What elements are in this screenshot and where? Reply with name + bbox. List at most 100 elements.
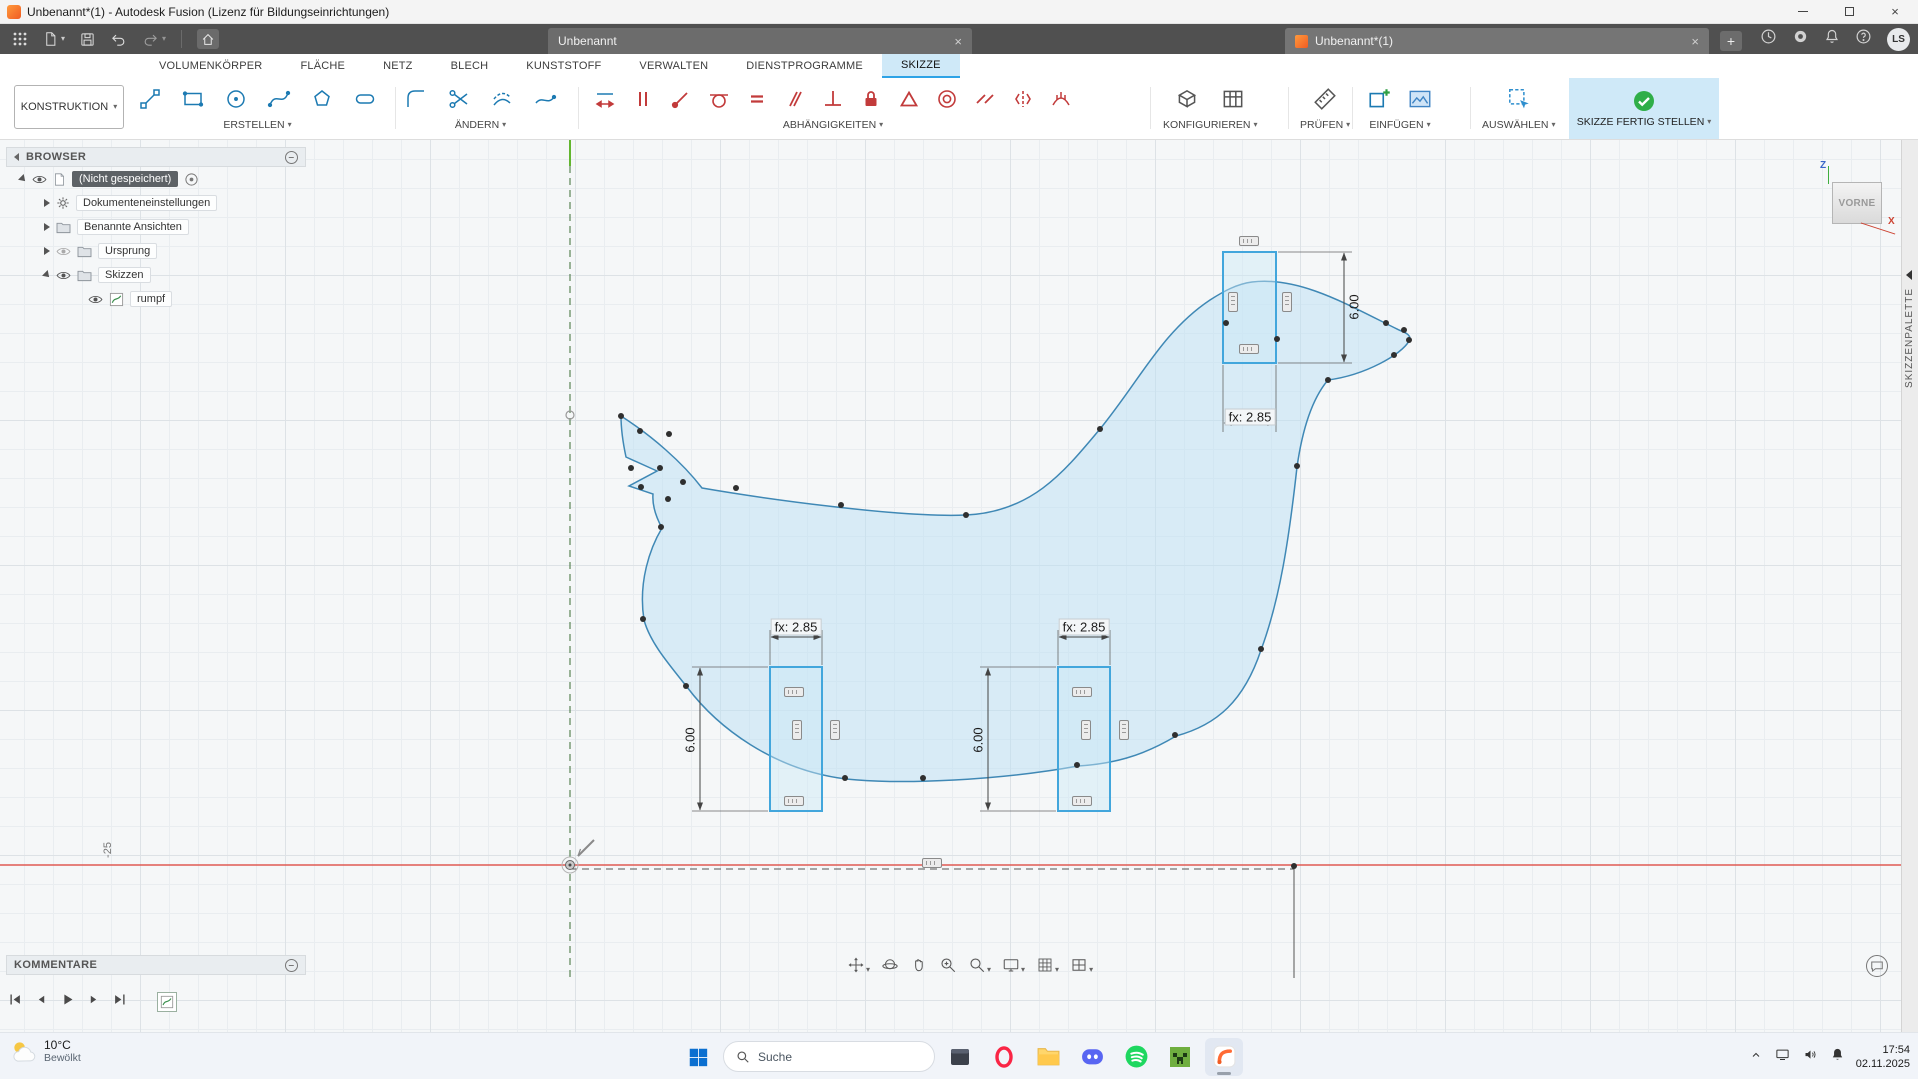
taskbar-app-window[interactable] (941, 1038, 979, 1076)
redo-icon[interactable]: ▾ (142, 32, 166, 47)
duck-profile-spline[interactable] (621, 281, 1410, 781)
insert-image-icon[interactable] (1405, 84, 1435, 114)
collapse-panel-icon[interactable] (14, 153, 19, 161)
taskbar-app-explorer[interactable] (1029, 1038, 1067, 1076)
collinear-constraint-icon[interactable] (970, 84, 1000, 114)
clock-widget[interactable]: 17:54 02.11.2025 (1856, 1043, 1910, 1071)
tray-volume-icon[interactable] (1802, 1047, 1819, 1067)
minimize-button[interactable] (1780, 0, 1826, 23)
close-tab-icon[interactable]: × (946, 34, 962, 49)
close-tab-icon[interactable]: × (1683, 34, 1699, 49)
minimize-panel-icon[interactable]: – (285, 151, 298, 164)
expander-icon[interactable] (44, 199, 50, 207)
ribbon-tab-kunststoff[interactable]: KUNSTSTOFF (507, 54, 620, 78)
timeline-step-back-button[interactable] (35, 993, 48, 1011)
model-viewport[interactable]: 6.00 fx: 2.85 fx: 2.85 6.00 fx: 2.85 6.0… (0, 140, 1918, 1032)
ribbon-tab-skizze[interactable]: SKIZZE (882, 54, 960, 78)
timeline-skip-end-button[interactable] (112, 992, 127, 1012)
dimension-grip[interactable] (1072, 687, 1092, 697)
expander-icon[interactable] (42, 270, 52, 280)
konfigurieren-dropdown[interactable]: KONFIGURIEREN▾ (1163, 119, 1258, 131)
dimension-grip[interactable] (1228, 292, 1238, 312)
expand-palette-icon[interactable] (1906, 270, 1912, 280)
taskbar-app-minecraft[interactable] (1161, 1038, 1199, 1076)
ribbon-tab-flaeche[interactable]: FLÄCHE (281, 54, 364, 78)
equal-constraint-icon[interactable] (742, 84, 772, 114)
measure-icon[interactable] (1310, 84, 1340, 114)
zoom-button[interactable] (937, 954, 959, 976)
aendern-dropdown[interactable]: ÄNDERN▾ (455, 119, 506, 131)
dimension-label-head-height[interactable]: 6.00 (1347, 294, 1362, 319)
dimension-grip[interactable] (1282, 292, 1292, 312)
browser-item-label[interactable]: Skizzen (98, 267, 151, 283)
ribbon-tab-volumenkoerper[interactable]: VOLUMENKÖRPER (140, 54, 281, 78)
file-menu-icon[interactable]: ▾ (43, 31, 65, 47)
browser-row-benannte-ansichten[interactable]: Benannte Ansichten (6, 215, 306, 239)
tray-notification-icon[interactable] (1830, 1047, 1845, 1067)
create-slot-icon[interactable] (350, 84, 380, 114)
trim-icon[interactable] (444, 84, 474, 114)
create-rectangle-icon[interactable] (178, 84, 208, 114)
activate-component-icon[interactable] (184, 172, 199, 187)
finish-sketch-button[interactable]: SKIZZE FERTIG STELLEN▾ (1569, 78, 1719, 139)
dimension-label-head-width[interactable]: fx: 2.85 (1225, 409, 1276, 426)
expander-icon[interactable] (18, 174, 28, 184)
visibility-eye-icon[interactable] (56, 246, 71, 257)
offset-icon[interactable] (487, 84, 517, 114)
abhaengigkeiten-dropdown[interactable]: ABHÄNGIGKEITEN▾ (783, 119, 883, 131)
concentric-constraint-icon[interactable] (932, 84, 962, 114)
auswaehlen-dropdown[interactable]: AUSWÄHLEN▾ (1482, 119, 1556, 131)
timeline-sketch-feature[interactable] (157, 992, 177, 1012)
symmetry-constraint-icon[interactable] (1008, 84, 1038, 114)
account-avatar[interactable]: LS (1887, 28, 1910, 51)
select-icon[interactable] (1504, 84, 1534, 114)
viewcube[interactable]: Z VORNE X (1820, 154, 1902, 244)
dimension-grip[interactable] (1119, 720, 1129, 740)
doc-tab-unbenannt-1[interactable]: Unbenannt*(1) × (1285, 28, 1709, 54)
browser-row-dokumenteneinstellungen[interactable]: Dokumenteneinstellungen (6, 191, 306, 215)
erstellen-dropdown[interactable]: ERSTELLEN▾ (223, 119, 291, 131)
pan-hand-button[interactable] (908, 954, 930, 976)
dimension-grip[interactable] (784, 796, 804, 806)
insert-icon[interactable] (1365, 84, 1395, 114)
browser-panel-header[interactable]: BROWSER – (6, 147, 306, 167)
dimension-label-leg2-height[interactable]: 6.00 (971, 727, 986, 752)
dimension-label-leg1-width[interactable]: fx: 2.85 (771, 619, 822, 636)
fillet-icon[interactable] (401, 84, 431, 114)
configuration-table-icon[interactable] (1218, 84, 1248, 114)
browser-row-ursprung[interactable]: Ursprung (6, 239, 306, 263)
close-button[interactable]: × (1872, 0, 1918, 23)
browser-row-skizzen[interactable]: Skizzen (6, 263, 306, 287)
dimension-grip[interactable] (792, 720, 802, 740)
orbit-button[interactable] (879, 954, 901, 976)
dimension-label-leg2-width[interactable]: fx: 2.85 (1059, 619, 1110, 636)
create-polygon-icon[interactable] (307, 84, 337, 114)
taskbar-search[interactable]: Suche (723, 1041, 935, 1072)
taskbar-app-discord[interactable] (1073, 1038, 1111, 1076)
visibility-eye-icon[interactable] (88, 294, 103, 305)
tangent-constraint-icon[interactable] (704, 84, 734, 114)
comments-panel-header[interactable]: KOMMENTARE – (6, 955, 306, 975)
dimension-grip[interactable] (830, 720, 840, 740)
ribbon-tab-verwalten[interactable]: VERWALTEN (620, 54, 727, 78)
browser-sketch-label[interactable]: rumpf (130, 291, 172, 307)
dimension-label-leg1-height[interactable]: 6.00 (683, 727, 698, 752)
viewports-button[interactable]: ▾ (1068, 954, 1095, 976)
doc-tab-unbenannt[interactable]: Unbenannt × (548, 28, 972, 54)
help-icon[interactable] (1855, 28, 1872, 50)
browser-item-label[interactable]: Dokumenteneinstellungen (76, 195, 217, 211)
timeline-play-button[interactable] (60, 992, 75, 1012)
konstruktion-dropdown[interactable]: KONSTRUKTION ▾ (14, 85, 124, 129)
display-settings-button[interactable]: ▾ (1000, 954, 1027, 976)
ribbon-tab-blech[interactable]: BLECH (432, 54, 508, 78)
job-status-icon[interactable] (1760, 28, 1777, 50)
visibility-eye-icon[interactable] (56, 270, 71, 281)
curvature-constraint-icon[interactable] (1046, 84, 1076, 114)
expander-icon[interactable] (44, 223, 50, 231)
einfuegen-dropdown[interactable]: EINFÜGEN▾ (1369, 119, 1430, 131)
dimension-grip[interactable] (1239, 236, 1259, 246)
browser-item-label[interactable]: Benannte Ansichten (77, 219, 189, 235)
dimension-grip[interactable] (922, 858, 942, 868)
sketch-palette-strip[interactable]: SKIZZENPALETTE (1901, 140, 1918, 1032)
pan-button[interactable]: ▾ (845, 954, 872, 976)
